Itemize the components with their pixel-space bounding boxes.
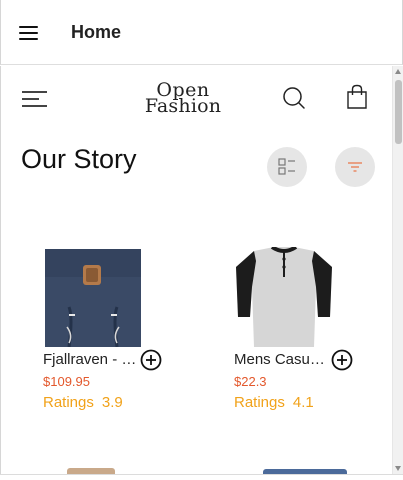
product-card[interactable]: Fjallraven - Foldsack No. 1 Backpack $10… bbox=[43, 247, 203, 417]
list-view-icon bbox=[278, 158, 295, 175]
scrollbar[interactable] bbox=[392, 66, 403, 474]
product-rating: Ratings 4.1 bbox=[234, 394, 314, 411]
product-price: $22.3 bbox=[234, 374, 267, 389]
product-name[interactable]: Fjallraven - Foldsack No. 1 Backpack bbox=[43, 351, 138, 368]
product-price: $109.95 bbox=[43, 374, 90, 389]
logo-line-2: Fashion bbox=[144, 95, 222, 117]
bottom-divider bbox=[0, 474, 403, 480]
menu-lines-icon[interactable] bbox=[22, 89, 48, 107]
search-icon[interactable] bbox=[282, 86, 306, 110]
main-content: Open Fashion Our Story Fjallraven - Fo $… bbox=[0, 66, 392, 474]
rating-value: 3.9 bbox=[101, 394, 123, 411]
scroll-up-arrow-icon[interactable] bbox=[395, 69, 401, 74]
filter-button[interactable] bbox=[335, 147, 375, 187]
filter-icon bbox=[348, 162, 362, 172]
scroll-down-arrow-icon[interactable] bbox=[395, 466, 401, 471]
add-to-cart-icon[interactable] bbox=[331, 349, 353, 371]
app-bar: Home bbox=[0, 0, 403, 65]
list-view-button[interactable] bbox=[267, 147, 307, 187]
section-title: Our Story bbox=[21, 144, 137, 174]
product-name[interactable]: Mens Casual Premium Slim Fit T-Shirts bbox=[234, 351, 329, 368]
page-title: Home bbox=[71, 22, 122, 42]
rating-label: Ratings bbox=[234, 394, 285, 411]
scrollbar-thumb[interactable] bbox=[395, 80, 402, 144]
shirt-image bbox=[234, 247, 334, 347]
backpack-image bbox=[43, 247, 143, 347]
product-card[interactable]: Mens Casual Premium Slim Fit T-Shirts $2… bbox=[234, 247, 392, 417]
hamburger-menu-icon[interactable] bbox=[19, 25, 39, 41]
shopping-bag-icon[interactable] bbox=[345, 84, 369, 110]
brand-logo: Open Fashion bbox=[142, 81, 224, 117]
store-header: Open Fashion bbox=[1, 66, 392, 130]
rating-value: 4.1 bbox=[292, 394, 314, 411]
rating-label: Ratings bbox=[43, 394, 94, 411]
add-to-cart-icon[interactable] bbox=[140, 349, 162, 371]
product-rating: Ratings 3.9 bbox=[43, 394, 123, 411]
